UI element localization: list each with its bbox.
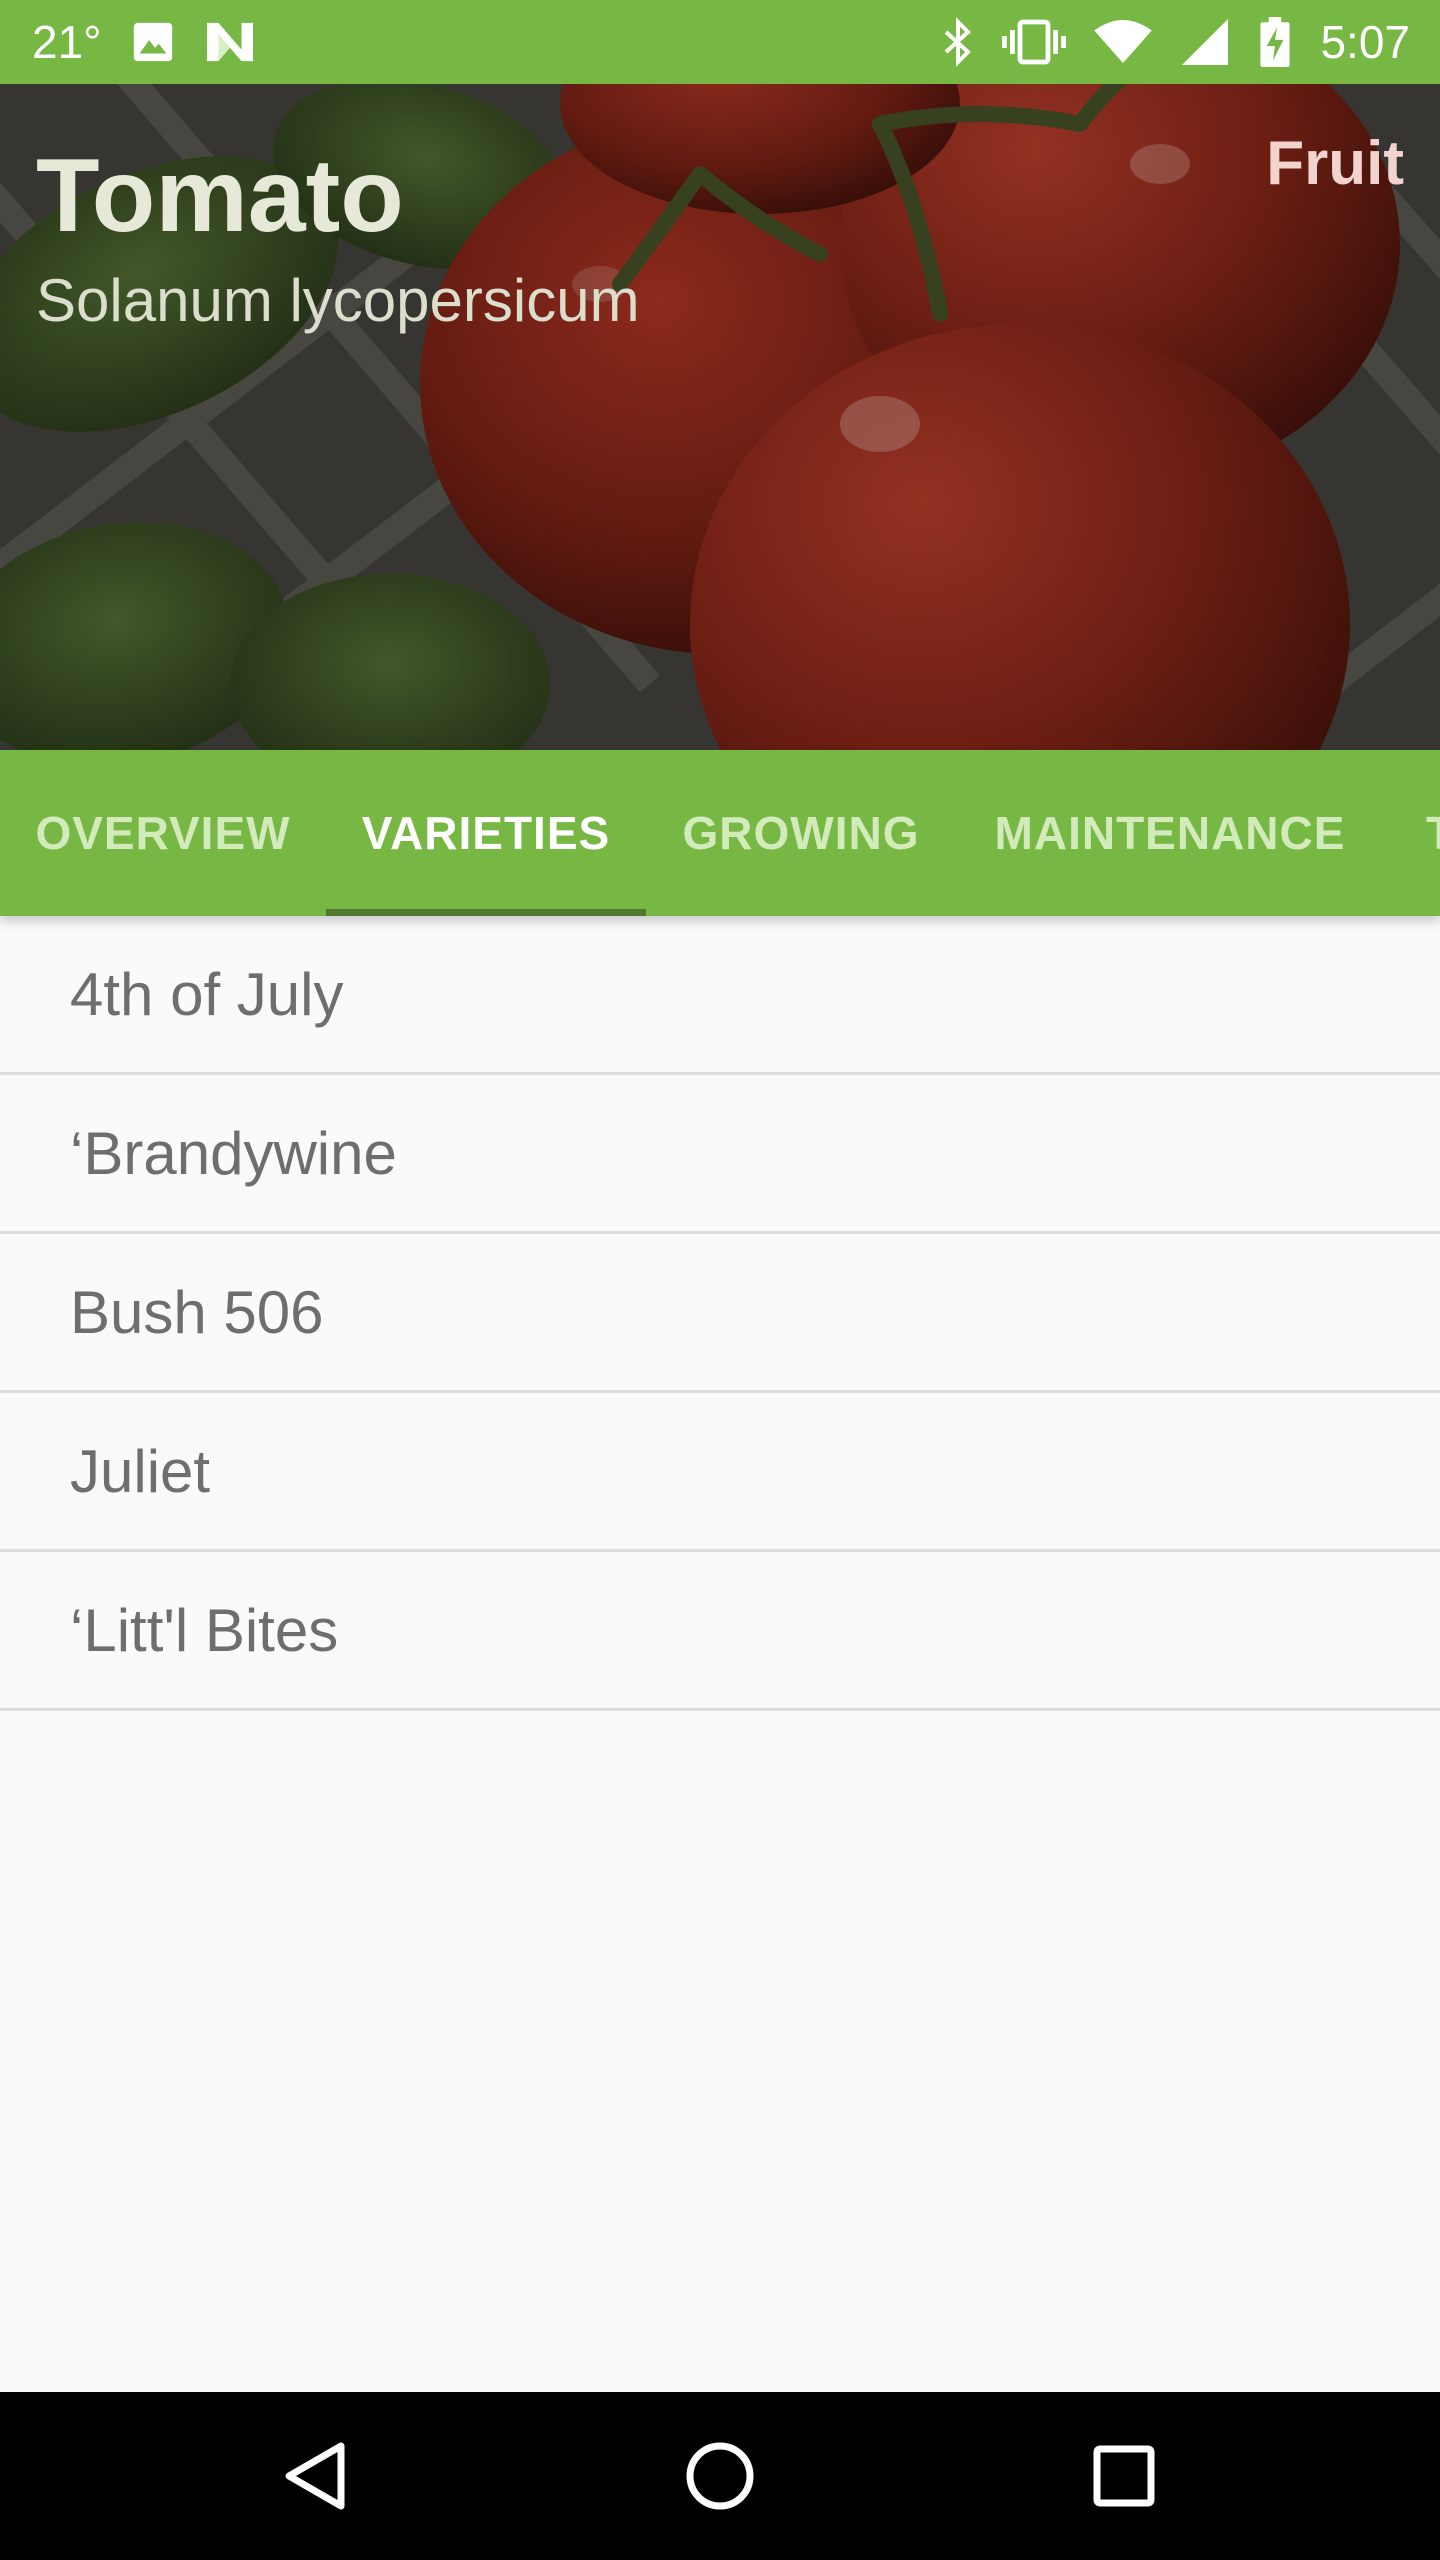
plant-scientific-name: Solanum lycopersicum xyxy=(36,267,640,334)
wifi-icon xyxy=(1094,19,1153,65)
image-icon xyxy=(130,19,176,65)
tab-partial[interactable]: T xyxy=(1384,750,1440,916)
navigation-bar xyxy=(0,2392,1440,2560)
vibrate-icon xyxy=(1002,17,1067,67)
bluetooth-icon xyxy=(942,17,974,67)
tab-bar: OVERVIEW VARIETIES GROWING MAINTENANCE T xyxy=(0,750,1440,916)
tab-indicator xyxy=(326,909,646,916)
status-right: 5:07 xyxy=(942,17,1410,67)
back-button[interactable] xyxy=(216,2392,416,2560)
battery-charging-icon xyxy=(1258,17,1292,67)
plant-category: Fruit xyxy=(1266,129,1404,198)
home-icon xyxy=(686,2442,754,2510)
hero-header: Tomato Solanum lycopersicum Fruit xyxy=(0,84,1440,750)
home-button[interactable] xyxy=(620,2392,820,2560)
status-left: 21° xyxy=(32,19,256,65)
list-item[interactable]: ‘Litt'l Bites xyxy=(0,1552,1440,1711)
n-logo-icon xyxy=(204,19,256,65)
back-icon xyxy=(285,2442,345,2510)
tab-overview[interactable]: OVERVIEW xyxy=(0,750,326,916)
list-item[interactable]: ‘Brandywine xyxy=(0,1075,1440,1234)
temperature: 21° xyxy=(32,16,102,68)
varieties-list: 4th of July ‘Brandywine Bush 506 Juliet … xyxy=(0,916,1440,1711)
recents-icon xyxy=(1093,2445,1155,2507)
tab-varieties[interactable]: VARIETIES xyxy=(326,750,646,916)
tab-maintenance[interactable]: MAINTENANCE xyxy=(956,750,1384,916)
list-item[interactable]: Juliet xyxy=(0,1393,1440,1552)
status-bar: 21° 5:07 xyxy=(0,0,1440,84)
plant-title: Tomato xyxy=(36,138,404,254)
list-item[interactable]: Bush 506 xyxy=(0,1234,1440,1393)
clock: 5:07 xyxy=(1320,16,1410,68)
recents-button[interactable] xyxy=(1024,2392,1224,2560)
list-item[interactable]: 4th of July xyxy=(0,916,1440,1075)
cell-signal-icon xyxy=(1180,19,1230,65)
tab-growing[interactable]: GROWING xyxy=(646,750,956,916)
